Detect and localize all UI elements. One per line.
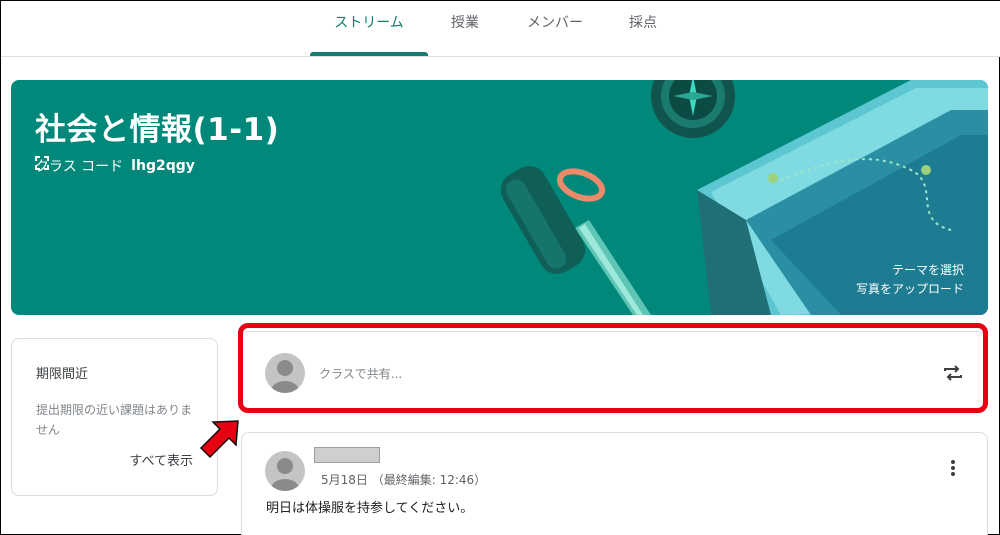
class-banner: 社会と情報(1-1) クラス コード lhg2qgy テーマを選択 写真をアップ… [11,80,988,315]
tab-grades[interactable]: 採点 [613,1,673,57]
red-arrow-annotation [199,420,239,459]
top-nav: ストリーム 授業 メンバー 採点 [1,1,1000,57]
view-all-link[interactable]: すべて表示 [129,450,193,469]
person-icon [271,458,299,491]
class-code-value: lhg2qgy [131,158,195,174]
upload-photo-link[interactable]: 写真をアップロード [856,280,964,297]
upcoming-empty-text: 提出期限の近い課題はありません [36,403,193,437]
post-avatar [265,451,305,491]
more-vert-icon[interactable] [941,456,965,480]
post-body: 明日は体操服を持参してください。 [266,501,474,516]
class-code: クラス コード lhg2qgy [35,156,203,176]
tab-stream[interactable]: ストリーム [310,1,428,57]
highlight-box [238,323,988,413]
upcoming-card: 期限間近 提出期限の近い課題はありません すべて表示 [11,338,218,496]
post-date: 5月18日 （最終編集: 12:46） [321,473,487,487]
class-title: 社会と情報(1-1) [35,112,280,148]
author-name-redacted [314,447,380,463]
tab-people[interactable]: メンバー [513,1,597,57]
upcoming-title: 期限間近 [36,367,89,382]
select-theme-link[interactable]: テーマを選択 [892,261,964,278]
tab-classwork[interactable]: 授業 [433,1,497,57]
active-tab-indicator [310,52,428,56]
